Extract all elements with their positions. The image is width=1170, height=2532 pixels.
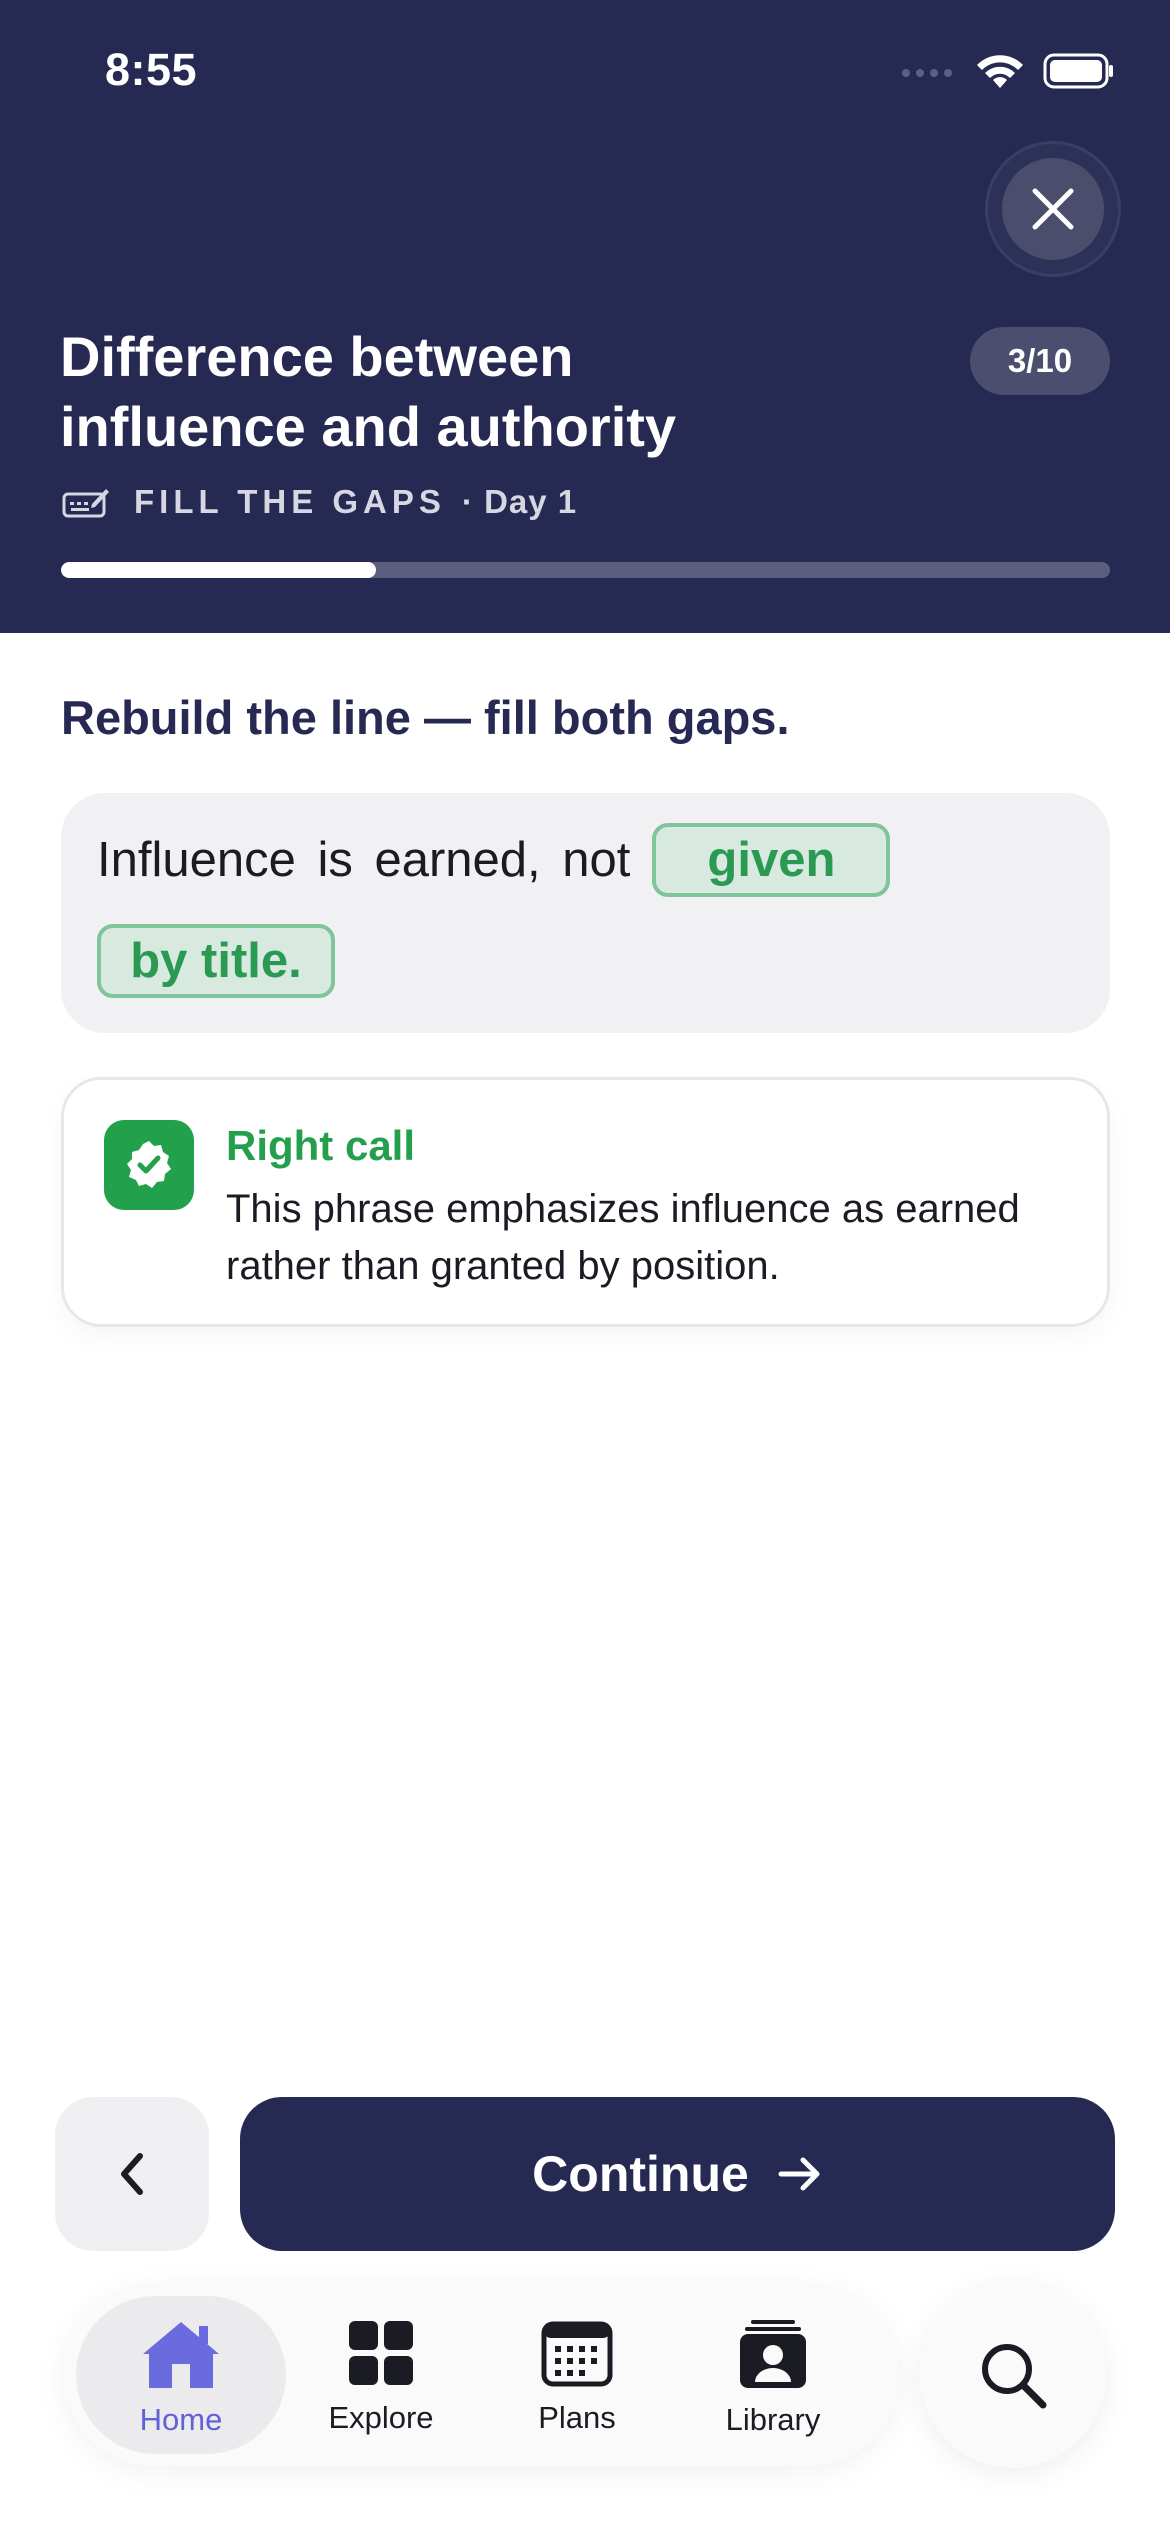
tab-home-label: Home [139,2402,223,2437]
tab-plans-label: Plans [538,2400,616,2435]
feedback-body: This phrase emphasizes influence as earn… [226,1187,1020,1288]
arrow-right-icon [778,2157,820,2191]
continue-label: Continue [532,2146,749,2202]
search-icon [982,2344,1047,2409]
grid-icon [349,2321,413,2385]
badge-check-icon [127,1141,171,1188]
home-icon [143,2322,219,2388]
tab-bar: Home Explore Plans Library [64,2284,899,2466]
exercise-instruction: Rebuild the line — fill both gaps. [61,691,790,744]
chevron-left-icon [121,2153,143,2195]
sentence-card: Influence is earned, not given by title. [61,793,1110,1033]
close-button[interactable] [1002,158,1104,260]
lesson-title-line1: Difference between [60,325,574,388]
gap-answer-1[interactable]: given [652,823,891,897]
lesson-title-line2: influence and authority [60,395,677,458]
sentence-prefix: Influence is earned, not [97,833,631,887]
close-icon [1032,188,1074,230]
tab-explore[interactable]: Explore [276,2296,486,2454]
exercise-type-label: FILL THE GAPS [134,483,446,520]
tab-explore-label: Explore [328,2400,434,2435]
search-button[interactable] [920,2282,1106,2468]
feedback-title: Right call [226,1122,416,1169]
wifi-icon [977,55,1023,88]
tab-home[interactable]: Home [76,2296,286,2454]
tab-library-label: Library [725,2402,821,2437]
keyboard-pencil-icon [62,489,109,518]
gap-answer-2[interactable]: by title. [97,924,335,998]
lesson-progress-fill [61,562,376,578]
lesson-progress-bar [61,562,1110,578]
cellular-signal-icon [902,69,952,77]
tab-library[interactable]: Library [668,2296,878,2454]
battery-icon [1043,53,1113,89]
day-label: · Day 1 [461,483,578,520]
status-icons [901,52,1115,90]
library-icon [740,2320,806,2388]
feedback-card: Right call This phrase emphasizes influe… [61,1077,1110,1327]
verified-badge-icon [104,1120,194,1210]
lesson-header: 8:55 Difference between influence and au… [0,0,1170,633]
lesson-title: Difference between influence and authori… [60,322,920,462]
calendar-icon [541,2321,613,2387]
status-time: 8:55 [105,44,198,95]
lesson-meta: FILL THE GAPS · Day 1 [62,482,577,522]
sentence-line: Influence is earned, not given [97,823,891,897]
progress-badge: 3/10 [970,327,1110,395]
screen: 8:55 Difference between influence and au… [0,0,1170,2532]
tab-plans[interactable]: Plans [472,2296,682,2454]
continue-button[interactable]: Continue [240,2097,1115,2251]
back-button[interactable] [55,2097,209,2251]
